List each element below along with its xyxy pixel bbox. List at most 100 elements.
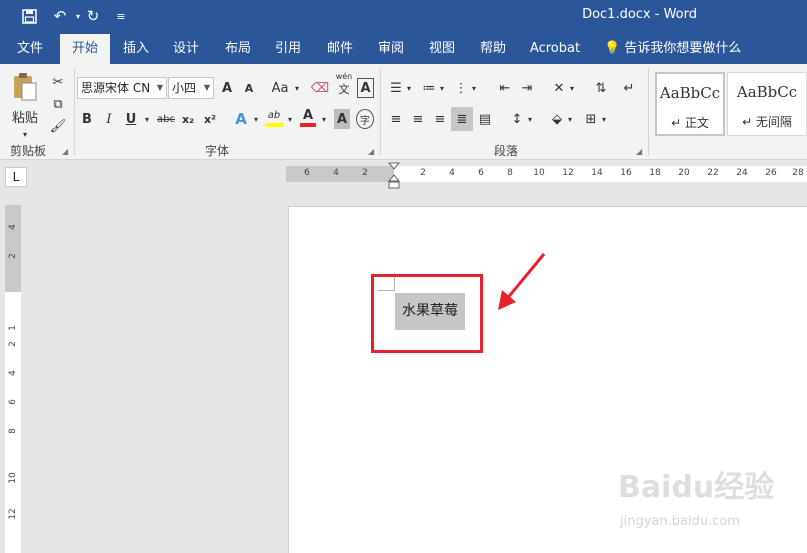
chevron-down-icon[interactable]: ▾ [568, 78, 576, 98]
title-bar: ↶ ▾ ↻ ≡ Doc1.docx - Word [0, 0, 807, 34]
tab-selector[interactable]: L [5, 167, 27, 187]
decrease-indent-icon[interactable]: ⇤ [496, 78, 514, 98]
chevron-down-icon[interactable]: ▾ [566, 109, 574, 129]
strikethrough-button[interactable]: abc [156, 109, 176, 129]
character-shading-button[interactable]: A [334, 109, 350, 129]
chevron-down-icon[interactable]: ▾ [286, 109, 294, 129]
tab-design[interactable]: 设计 [164, 34, 208, 64]
italic-button[interactable]: I [102, 109, 116, 129]
align-right-icon[interactable]: ≡ [431, 109, 449, 129]
paragraph-group-label: 段落 [494, 144, 519, 158]
paragraph-launcher-icon[interactable]: ◢ [636, 147, 642, 156]
chevron-down-icon[interactable]: ▾ [405, 78, 413, 98]
style-sample: AaBbCc [736, 83, 798, 101]
tab-references[interactable]: 引用 [266, 34, 310, 64]
tab-layout[interactable]: 布局 [216, 34, 260, 64]
numbering-icon[interactable]: ≔ [420, 78, 438, 98]
line-spacing-icon[interactable]: ↕ [508, 109, 526, 129]
grow-font-icon[interactable]: A [219, 78, 235, 98]
paste-icon[interactable] [10, 72, 40, 102]
chevron-down-icon[interactable]: ▾ [438, 78, 446, 98]
chevron-down-icon[interactable]: ▾ [320, 109, 328, 129]
tab-review[interactable]: 审阅 [369, 34, 413, 64]
shading-icon[interactable]: ⬙ [548, 109, 566, 129]
ruler-tick: 24 [736, 168, 748, 178]
tab-file[interactable]: 文件 [8, 34, 52, 64]
chevron-down-icon[interactable]: ▾ [293, 78, 301, 98]
multilevel-list-icon[interactable]: ⋮ [452, 78, 470, 98]
ruler-tick: 16 [620, 168, 632, 178]
chevron-down-icon[interactable]: ▾ [526, 109, 534, 129]
ruler-tick: 4 [333, 168, 339, 178]
underline-button[interactable]: U [124, 109, 138, 129]
tab-mailings[interactable]: 邮件 [318, 34, 362, 64]
style-no-spacing[interactable]: AaBbCc ↵ 无间隔 [727, 72, 807, 136]
chevron-down-icon[interactable]: ▾ [143, 109, 151, 129]
copy-icon[interactable]: ⧉ [48, 94, 68, 114]
format-painter-icon[interactable]: 🖌 [48, 116, 68, 136]
ruler-tick: 6 [478, 168, 484, 178]
cut-icon[interactable]: ✂ [48, 72, 68, 92]
chevron-down-icon: ▼ [156, 83, 163, 92]
horizontal-ruler[interactable]: 6 4 2 2 4 6 8 10 12 14 16 18 20 22 24 26… [286, 166, 807, 182]
bullets-icon[interactable]: ☰ [387, 78, 405, 98]
highlight-color-button[interactable]: ab [265, 107, 283, 127]
font-group-label: 字体 [205, 144, 230, 158]
clipboard-launcher-icon[interactable]: ◢ [62, 147, 68, 156]
vertical-ruler[interactable]: 4 2 1 2 4 6 8 10 12 [5, 205, 21, 553]
superscript-button[interactable]: x² [202, 109, 218, 129]
sort-icon[interactable]: ⇅ [592, 78, 610, 98]
text-effects-button[interactable]: A [233, 109, 249, 129]
ruler-tick: 6 [8, 399, 18, 405]
annotation-box [371, 274, 483, 353]
justify-icon[interactable]: ≣ [451, 107, 473, 131]
chevron-down-icon[interactable]: ▾ [252, 109, 260, 129]
tab-acrobat[interactable]: Acrobat [526, 34, 584, 64]
indent-marker-icon[interactable] [388, 162, 400, 190]
ruler-tick: 10 [8, 472, 18, 484]
tab-insert[interactable]: 插入 [114, 34, 158, 64]
shrink-font-icon[interactable]: A [241, 78, 257, 98]
paste-label[interactable]: 粘贴 [10, 106, 40, 126]
enclose-characters-button[interactable]: 字 [356, 109, 374, 129]
ruler-tick: 12 [562, 168, 574, 178]
character-border-icon[interactable]: A [357, 78, 374, 98]
ruler-tick: 6 [304, 168, 310, 178]
ruler-tick: 2 [8, 253, 18, 259]
chevron-down-icon[interactable]: ▾ [470, 78, 478, 98]
font-size-select[interactable]: 小四 ▼ [168, 77, 214, 99]
style-normal[interactable]: AaBbCc ↵ 正文 [655, 72, 725, 136]
ruler-tick: 20 [678, 168, 690, 178]
ruler-tick: 8 [8, 428, 18, 434]
tell-me-box[interactable]: 💡 告诉我你想要做什么 [604, 34, 741, 64]
change-case-icon[interactable]: Aa [269, 78, 291, 98]
borders-icon[interactable]: ⊞ [582, 109, 600, 129]
ruler-tick: 12 [8, 508, 18, 520]
distributed-icon[interactable]: ▤ [476, 109, 494, 129]
chinese-layout-icon[interactable]: ✕ [550, 78, 568, 98]
font-name-select[interactable]: 思源宋体 CN ▼ [77, 77, 167, 99]
align-left-icon[interactable]: ≡ [387, 109, 405, 129]
tab-help[interactable]: 帮助 [471, 34, 515, 64]
ribbon: 粘贴 ▾ ✂ ⧉ 🖌 剪贴板 ◢ 思源宋体 CN ▼ 小四 ▼ A A Aa ▾… [0, 64, 807, 160]
subscript-button[interactable]: x₂ [180, 109, 196, 129]
chevron-down-icon: ▼ [203, 83, 210, 92]
ruler-tick: 2 [362, 168, 368, 178]
phonetic-guide-icon[interactable]: wén 文 [334, 72, 354, 96]
paste-dropdown-icon[interactable]: ▾ [20, 124, 30, 144]
tell-me-label: 告诉我你想要做什么 [624, 41, 742, 56]
chevron-down-icon[interactable]: ▾ [600, 109, 608, 129]
align-center-icon[interactable]: ≡ [409, 109, 427, 129]
ruler-tick: 4 [449, 168, 455, 178]
increase-indent-icon[interactable]: ⇥ [518, 78, 536, 98]
style-sample: AaBbCc [659, 84, 721, 102]
show-formatting-marks-icon[interactable]: ↵ [620, 78, 638, 98]
bold-button[interactable]: B [80, 109, 94, 129]
ribbon-tabs: 文件 开始 插入 设计 布局 引用 邮件 审阅 视图 帮助 Acrobat 💡 … [0, 34, 807, 64]
tab-view[interactable]: 视图 [420, 34, 464, 64]
tab-home[interactable]: 开始 [60, 34, 110, 64]
clear-formatting-icon[interactable]: ⌫ [310, 78, 330, 98]
watermark-url: jingyan.baidu.com [620, 514, 740, 529]
font-color-button[interactable]: A [300, 107, 316, 127]
font-launcher-icon[interactable]: ◢ [368, 147, 374, 156]
